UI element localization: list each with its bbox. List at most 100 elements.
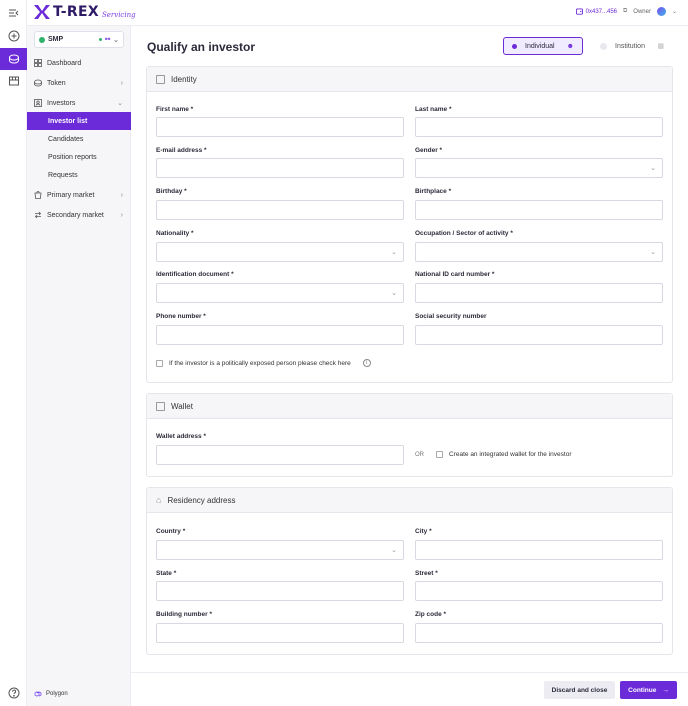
discard-button[interactable]: Discard and close [544, 681, 615, 699]
section-title: Identity [171, 74, 197, 84]
investor-type-individual[interactable]: Individual ☻ [503, 37, 583, 55]
section-title: Residency address [167, 495, 236, 505]
country-label: Country * [156, 528, 186, 535]
residency-section: ⌂ Residency address Country * ⌄ City * S… [146, 487, 673, 655]
phone-input[interactable] [156, 325, 404, 345]
wallet-address-input[interactable] [156, 445, 404, 465]
left-rail [0, 0, 27, 706]
occupation-label: Occupation / Sector of activity * [415, 230, 513, 237]
role-label: Owner [633, 8, 651, 15]
help-icon[interactable] [0, 682, 27, 704]
sidebar-item-dashboard[interactable]: Dashboard [27, 54, 131, 72]
birthplace-label: Birthplace * [415, 188, 452, 195]
token-selector[interactable]: SMP ⚯ ⌄ [34, 31, 124, 48]
sidebar-item-label: Investors [47, 99, 76, 107]
email-label: E-mail address * [156, 147, 207, 154]
sidebar-item-label: Dashboard [47, 59, 82, 67]
last-name-label: Last name * [415, 106, 452, 113]
arrow-right-icon: → [662, 686, 669, 694]
menu-collapse-icon[interactable] [0, 2, 27, 24]
sidebar-item-investors[interactable]: Investors ⌄ [27, 94, 131, 112]
national-id-label: National ID card number * [415, 271, 495, 278]
street-input[interactable] [415, 581, 663, 601]
app-logo[interactable]: T-REX Servicing [34, 4, 136, 20]
identity-section: Identity First name * Last name * E-mail… [146, 66, 673, 383]
id-document-select[interactable]: ⌄ [156, 283, 404, 303]
section-header: Identity [147, 67, 672, 92]
state-input[interactable] [156, 581, 404, 601]
wallet-address-label: Wallet address * [156, 433, 206, 440]
national-id-input[interactable] [415, 283, 663, 303]
sidebar-subitem-position-reports[interactable]: Position reports [27, 148, 131, 166]
integrated-wallet-checkbox[interactable] [436, 451, 443, 458]
zip-label: Zip code * [415, 611, 447, 618]
birthday-input[interactable] [156, 200, 404, 220]
first-name-input[interactable] [156, 117, 404, 137]
integrated-wallet-row[interactable]: Create an integrated wallet for the inve… [436, 451, 571, 458]
radio-selected-icon [512, 43, 517, 49]
token-name: SMP [48, 36, 64, 43]
birthplace-input[interactable] [415, 200, 663, 220]
avatar[interactable] [656, 7, 666, 16]
info-icon[interactable]: i [362, 359, 371, 367]
network-indicator[interactable]: Polygon [34, 690, 68, 698]
marketplace-icon[interactable] [0, 70, 27, 92]
house-icon: ⌂ [156, 495, 162, 505]
sidebar-subitem-investor-list[interactable]: Investor list [27, 112, 131, 130]
street-label: Street * [415, 570, 438, 577]
sidebar-item-secondary-market[interactable]: Secondary market › [27, 206, 131, 224]
occupation-select[interactable]: ⌄ [415, 242, 663, 262]
zip-input[interactable] [415, 623, 663, 643]
tokens-icon[interactable] [0, 48, 27, 70]
page-title: Qualify an investor [147, 40, 256, 54]
investors-icon [34, 99, 42, 107]
section-header: Wallet [147, 394, 672, 419]
city-input[interactable] [415, 540, 663, 560]
sidebar-subitem-requests[interactable]: Requests [27, 166, 131, 184]
dashboard-icon [34, 59, 42, 67]
copy-icon[interactable]: ⧉ [623, 8, 627, 15]
gender-select[interactable]: ⌄ [415, 158, 663, 178]
building-input[interactable] [156, 623, 404, 643]
investor-type-institution[interactable]: Institution ▦ [592, 37, 672, 55]
chevron-down-icon[interactable]: ⌄ [672, 8, 677, 15]
continue-label: Continue [628, 686, 657, 694]
chevron-down-icon: ⌄ [117, 100, 123, 107]
state-label: State * [156, 570, 177, 577]
country-select[interactable]: ⌄ [156, 540, 404, 560]
radio-unselected-icon [600, 42, 607, 50]
city-label: City * [415, 528, 432, 535]
wallet-address[interactable]: 0x437...456 [575, 8, 617, 15]
sidebar-subitem-candidates[interactable]: Candidates [27, 130, 131, 148]
sidebar-item-label: Token [47, 79, 66, 87]
token-icon [39, 36, 45, 43]
add-icon[interactable] [0, 25, 27, 47]
sidebar-item-label: Primary market [47, 191, 95, 199]
or-separator: OR [415, 452, 424, 458]
integrated-wallet-label: Create an integrated wallet for the inve… [449, 451, 572, 458]
sidebar-item-token[interactable]: Token › [27, 74, 131, 92]
chevron-right-icon: › [120, 191, 123, 199]
secondary-market-icon [34, 211, 42, 219]
ssn-label: Social security number [415, 313, 487, 320]
sidebar-item-primary-market[interactable]: Primary market › [27, 186, 131, 204]
chevron-right-icon: › [120, 79, 123, 87]
section-title: Wallet [171, 401, 193, 411]
nationality-select[interactable]: ⌄ [156, 242, 404, 262]
sidebar: SMP ⚯ ⌄ Dashboard Token › Investors ⌄ In… [27, 26, 131, 706]
top-bar: T-REX Servicing 0x437...456 ⧉ Owner ⌄ [27, 0, 688, 26]
chevron-down-icon: ⌄ [650, 165, 656, 172]
trex-logo-icon [34, 5, 50, 19]
sidebar-item-label: Secondary market [47, 211, 104, 219]
chevron-right-icon: › [120, 211, 123, 219]
pep-checkbox[interactable] [156, 359, 163, 367]
ssn-input[interactable] [415, 325, 663, 345]
last-name-input[interactable] [415, 117, 663, 137]
polygon-icon [34, 691, 42, 697]
section-header: ⌂ Residency address [147, 488, 672, 513]
email-input[interactable] [156, 158, 404, 178]
chevron-down-icon: ⌄ [113, 36, 119, 44]
chevron-down-icon: ⌄ [650, 249, 656, 256]
pep-checkbox-row[interactable]: If the investor is a politically exposed… [156, 359, 371, 367]
continue-button[interactable]: Continue → [620, 681, 677, 699]
